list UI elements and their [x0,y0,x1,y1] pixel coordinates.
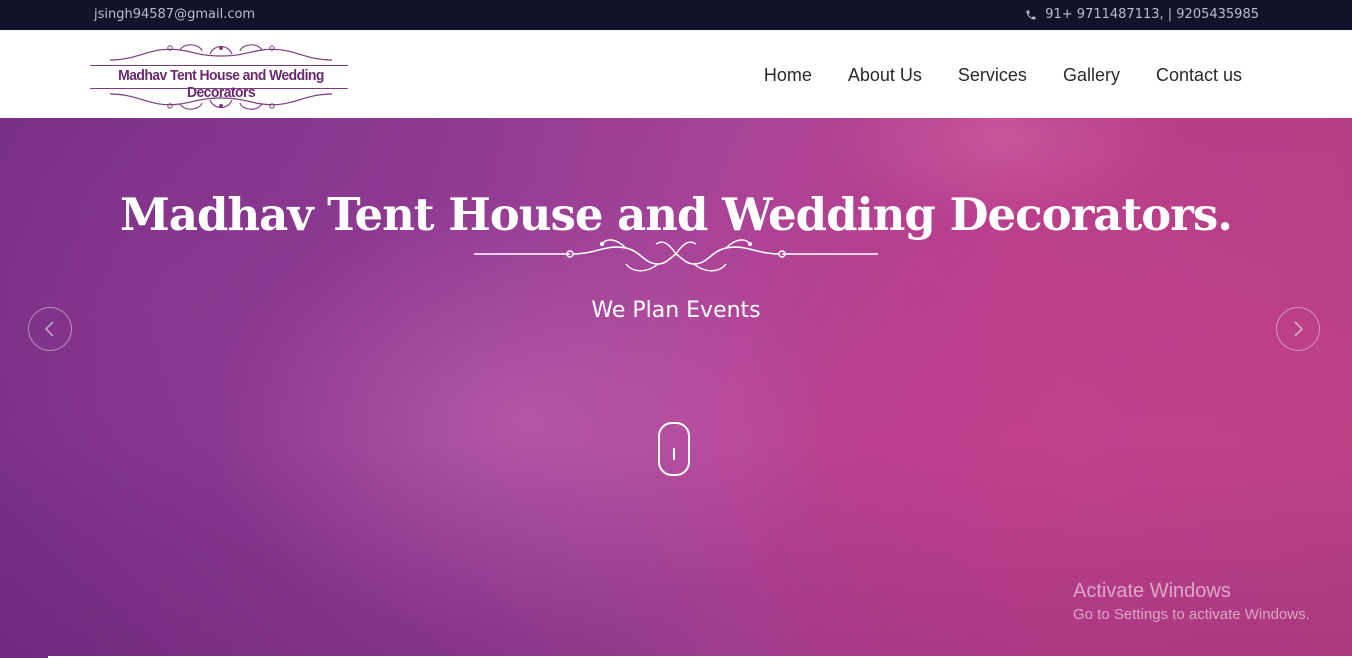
title-flourish-ornament [474,239,878,272]
logo-top-ornament [109,44,333,61]
nav-menu: Home About Us Services Gallery Contact u… [764,65,1242,86]
slider-next-button[interactable] [1276,307,1320,351]
watermark-subtitle: Go to Settings to activate Windows. [1073,606,1310,623]
mouse-scroll-icon[interactable] [658,422,690,476]
nav-link-home[interactable]: Home [764,65,812,86]
logo-top-rule [90,65,348,66]
hero-subtitle: We Plan Events [591,298,761,323]
logo-bottom-rule [90,88,348,89]
nav-link-services[interactable]: Services [958,65,1027,86]
nav-link-contact[interactable]: Contact us [1156,65,1242,86]
chevron-right-icon [1294,321,1304,337]
phone-numbers: 91+ 9711487113, | 9205435985 [1045,7,1259,22]
hero-slider: Madhav Tent House and Wedding Decorators… [0,118,1352,658]
watermark-title: Activate Windows [1073,580,1231,602]
slider-prev-button[interactable] [28,307,72,351]
main-navbar: Madhav Tent House and Wedding Decorators… [0,30,1352,118]
chevron-left-icon [44,321,54,337]
nav-link-gallery[interactable]: Gallery [1063,65,1120,86]
phone-icon [1026,10,1036,19]
nav-link-about[interactable]: About Us [848,65,922,86]
contact-phone: 91+ 9711487113, | 9205435985 [1025,7,1259,22]
contact-email[interactable]: jsingh94587@gmail.com [94,7,255,22]
mouse-scroll-wheel [673,448,675,460]
windows-activation-watermark: Activate Windows Go to Settings to activ… [1073,580,1310,623]
site-logo[interactable]: Madhav Tent House and Wedding Decorators [90,42,352,112]
logo-bottom-ornament [109,93,333,110]
top-contact-bar: jsingh94587@gmail.com 91+ 9711487113, | … [0,0,1352,30]
